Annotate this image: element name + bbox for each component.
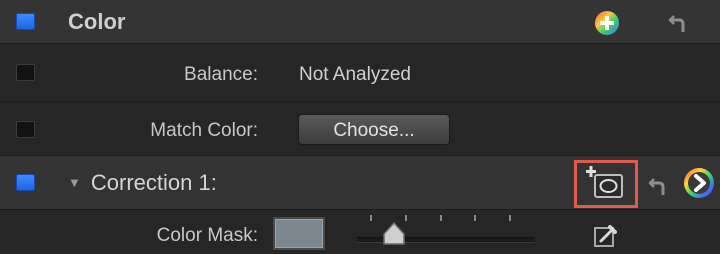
shape-mask-highlight-frame (574, 160, 638, 208)
balance-checkbox[interactable] (16, 64, 35, 81)
color-mask-label: Color Mask: (156, 225, 258, 246)
correction-title[interactable]: ▼ Correction 1: (68, 170, 217, 196)
disclosure-triangle-icon[interactable]: ▼ (68, 175, 81, 190)
match-color-checkbox[interactable] (16, 121, 35, 138)
eyedropper-icon[interactable] (593, 223, 619, 254)
mask-slider-thumb[interactable] (382, 221, 406, 251)
color-enable-checkbox[interactable] (16, 13, 35, 30)
slider-tick (405, 215, 407, 221)
choose-button[interactable]: Choose... (298, 114, 450, 145)
color-mask-swatch[interactable] (273, 217, 325, 250)
reset-arrow-icon[interactable] (668, 12, 688, 34)
correction-title-label: Correction 1: (90, 170, 217, 195)
slider-tick (474, 215, 476, 221)
correction-reset-arrow-icon[interactable] (648, 175, 668, 197)
color-board-arrow-icon[interactable] (683, 167, 715, 204)
slider-tick (370, 215, 372, 221)
color-add-icon[interactable] (594, 10, 620, 41)
correction-enable-checkbox[interactable] (16, 174, 35, 191)
color-section-title: Color (68, 9, 126, 34)
slider-tick (440, 215, 442, 221)
balance-value: Not Analyzed (299, 64, 411, 85)
match-color-label: Match Color: (150, 120, 258, 141)
slider-tick (509, 215, 511, 221)
balance-label: Balance: (184, 64, 258, 85)
